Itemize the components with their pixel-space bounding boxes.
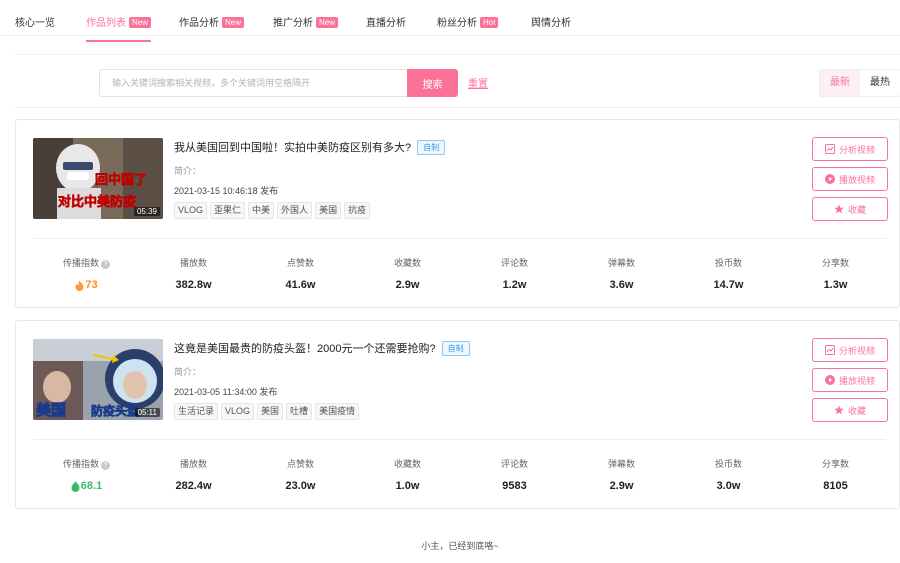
play-video-button[interactable]: 播放视频 [812,368,888,392]
stat-comments: 评论数 9583 [500,459,528,492]
tag-list: VLOG 歪果仁 中美 外国人 美国 抗疫 [174,202,371,219]
publish-time: 2021-03-15 10:46:18 发布 [174,186,279,196]
divider [33,238,886,239]
analyze-video-button[interactable]: 分析视频 [812,137,888,161]
help-icon[interactable]: ? [101,461,110,470]
sort-hottest-button[interactable]: 最热 [860,70,900,96]
video-intro: 简介： [174,367,202,377]
tab-fans-analysis[interactable]: 粉丝分析 Hot [437,14,499,29]
publish-time: 2021-03-05 11:34:00 发布 [174,387,278,397]
card-actions: 分析视频 播放视频 收藏 [812,137,888,227]
video-intro: 简介： [174,166,202,176]
tag-chip[interactable]: VLOG [174,202,208,219]
help-icon[interactable]: ? [101,260,110,269]
tag-chip[interactable]: 外国人 [277,202,313,219]
tag-chip[interactable]: 生活记录 [174,403,219,420]
chart-icon [824,144,835,154]
stat-likes: 点赞数 23.0w [285,459,316,492]
stat-danmaku: 弹幕数 3.6w [607,258,635,291]
tag-chip[interactable]: 吐槽 [286,403,313,420]
video-card: 美国 防疫头盔 05:11 这竟是美国最贵的防疫头盔！2000元一个还需要抢购?… [15,320,900,509]
tag-list: 生活记录 VLOG 美国 吐槽 美国疫情 [174,403,360,420]
tag-chip[interactable]: 抗疫 [344,202,371,219]
stat-coins: 投币数 14.7w [713,258,744,291]
sort-latest-button[interactable]: 最新 [820,70,860,96]
tag-chip[interactable]: 美国疫情 [315,403,360,420]
stats-row: 传播指数? 68.1 播放数 282.4w 点赞数 23.0w 收藏数 1.0w 评论… [33,457,888,501]
stat-shares: 分享数 8105 [821,459,849,492]
card-actions: 分析视频 播放视频 收藏 [812,338,888,428]
self-made-badge: 自制 [441,341,470,356]
new-badge: New [316,17,339,28]
stat-comments: 评论数 1.2w [500,258,528,291]
stat-plays: 播放数 282.4w [175,459,212,492]
reset-link[interactable]: 重置 [468,75,488,90]
search-bar: 搜索 重置 最新 最热 [15,54,900,108]
favorite-button[interactable]: 收藏 [812,197,888,221]
play-icon [824,375,835,385]
search-input[interactable] [99,69,407,97]
tab-live-analysis[interactable]: 直播分析 [366,14,406,29]
tab-works-list[interactable]: 作品列表 New [86,14,152,42]
end-of-list-note: 小主，已经到底咯~ [421,541,499,551]
star-icon [834,204,844,214]
stat-spread-index: 传播指数? 73 [33,256,140,294]
tag-chip[interactable]: 歪果仁 [210,202,246,219]
video-title[interactable]: 这竟是美国最贵的防疫头盔！2000元一个还需要抢购? 自制 [174,340,470,356]
stat-plays: 播放数 382.8w [175,258,212,291]
tab-promotion-analysis[interactable]: 推广分析 New [273,14,339,29]
play-video-button[interactable]: 播放视频 [812,167,888,191]
sort-toggle: 最新 最热 [819,69,900,97]
video-card: 回中国了 对比中美防疫 05:39 我从美国回到中国啦！实拍中美防疫区别有多大?… [15,119,900,308]
stat-likes: 点赞数 41.6w [285,258,316,291]
video-thumbnail[interactable]: 回中国了 对比中美防疫 05:39 [33,138,163,219]
new-badge: New [129,17,152,28]
thumbnail-caption-top: 回中国了 [95,172,147,188]
stat-favorites: 收藏数 1.0w [393,459,421,492]
leaf-icon [71,481,80,492]
stat-spread-index: 传播指数? 68.1 [33,457,140,495]
star-icon [834,405,844,415]
video-duration: 05:39 [133,207,160,216]
video-duration: 05:11 [134,408,160,417]
self-made-badge: 自制 [417,140,446,155]
new-badge: New [222,17,245,28]
stat-danmaku: 弹幕数 2.9w [607,459,635,492]
thumbnail-caption-top: 美国 [36,401,66,419]
stat-favorites: 收藏数 2.9w [393,258,421,291]
video-title[interactable]: 我从美国回到中国啦！实拍中美防疫区别有多大? 自制 [174,139,446,155]
search-button[interactable]: 搜索 [407,69,458,97]
fire-icon [75,280,84,291]
analyze-video-button[interactable]: 分析视频 [812,338,888,362]
tab-works-analysis[interactable]: 作品分析 New [179,14,245,29]
thumbnail-caption-bottom: 防疫头盔 [91,403,139,418]
tab-bar: 核心一览 作品列表 New 作品分析 New 推广分析 New 直播分析 粉丝分析 Ho… [0,0,900,42]
thumbnail-caption-bottom: 对比中美防疫 [58,194,136,210]
stats-row: 传播指数? 73 播放数 382.8w 点赞数 41.6w 收藏数 2.9w 评论数 1… [33,256,888,300]
play-icon [824,174,835,184]
divider [33,439,886,440]
tag-chip[interactable]: 中美 [248,202,275,219]
stat-coins: 投币数 3.0w [714,459,742,492]
tab-sentiment-analysis[interactable]: 舆情分析 [531,14,571,29]
video-thumbnail[interactable]: 美国 防疫头盔 05:11 [33,339,163,420]
tag-chip[interactable]: VLOG [221,403,255,420]
tag-chip[interactable]: 美国 [315,202,342,219]
chart-icon [824,345,835,355]
tag-chip[interactable]: 美国 [257,403,284,420]
tab-overview[interactable]: 核心一览 [15,14,55,29]
favorite-button[interactable]: 收藏 [812,398,888,422]
hot-badge: Hot [480,17,499,28]
stat-shares: 分享数 1.3w [821,258,849,291]
